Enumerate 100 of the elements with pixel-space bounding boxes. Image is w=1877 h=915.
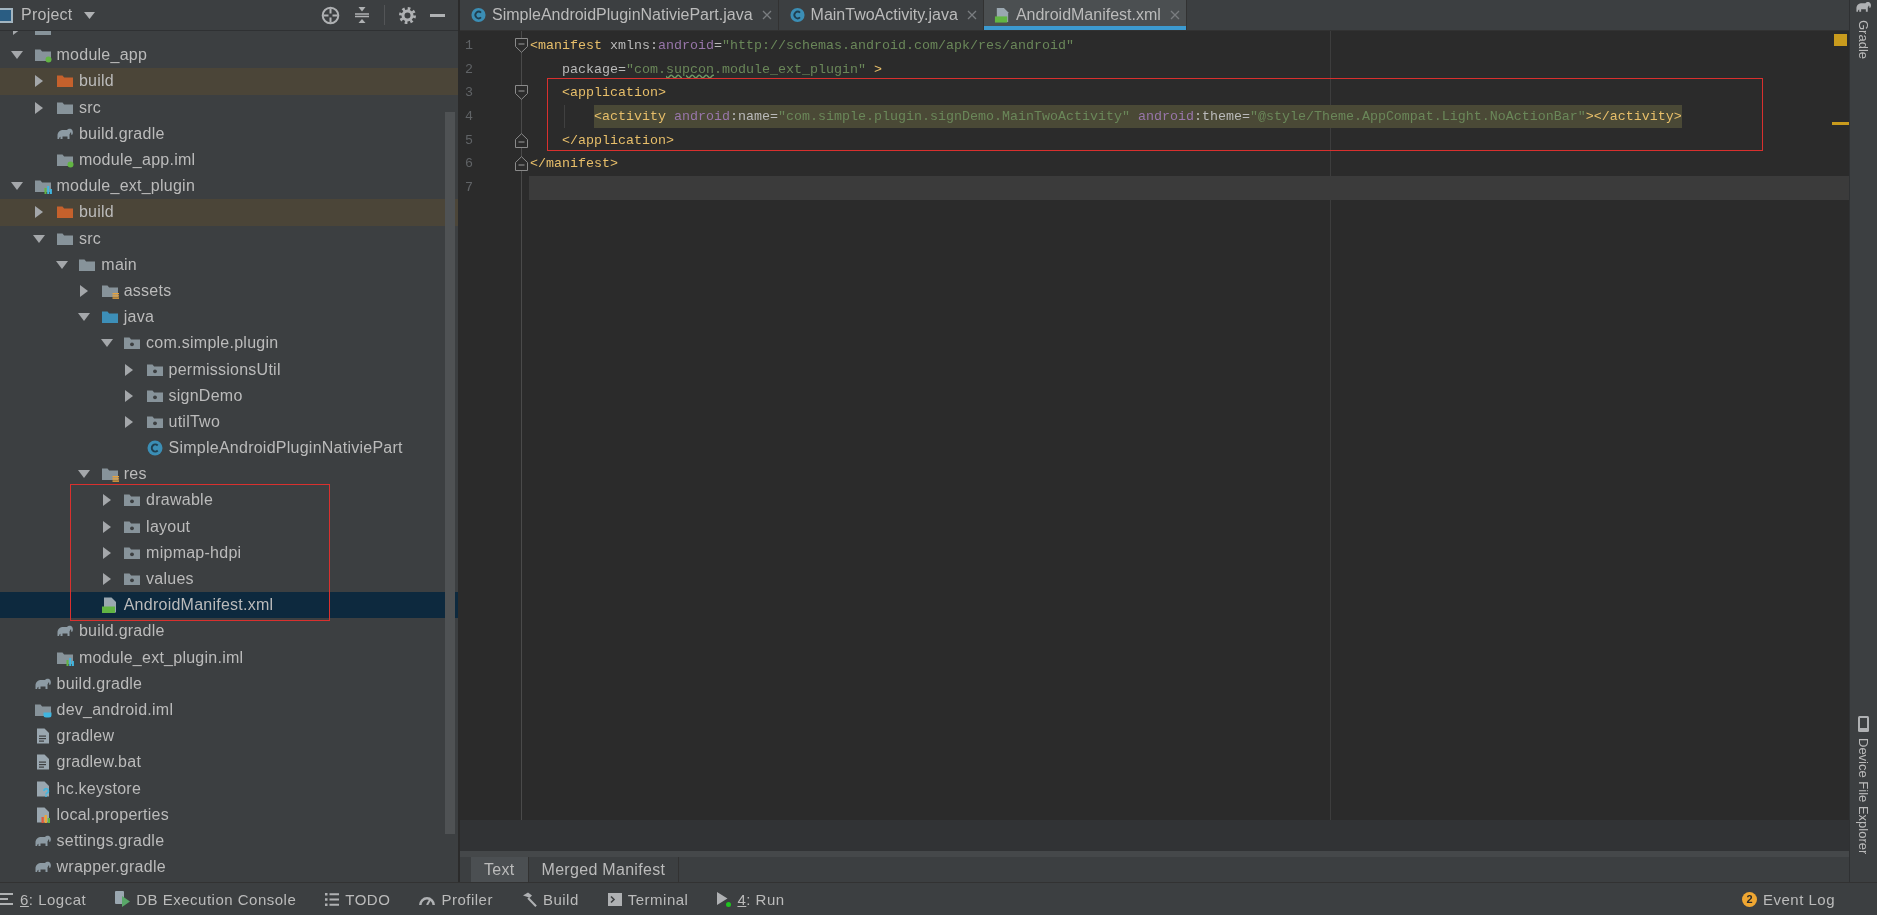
tree-item[interactable]: drawable — [0, 487, 458, 514]
caret-down-icon[interactable] — [78, 313, 91, 322]
module-folder-icon — [55, 152, 74, 169]
elephant-icon — [1855, 0, 1872, 14]
tool-window-button[interactable]: Profiler — [415, 883, 497, 915]
editor-tab[interactable]: MainTwoActivity.java — [778, 0, 984, 30]
fold-icon[interactable] — [515, 38, 528, 54]
code-line: package="com.supcon.module_ext_plugin" > — [562, 60, 882, 79]
code-line: <manifest xmlns:android="http://schemas.android.com/apk/res/android" — [530, 37, 1074, 56]
caret-down-icon[interactable] — [11, 51, 23, 60]
collapse-all-icon[interactable] — [354, 7, 370, 23]
tree-item[interactable]: java — [0, 304, 458, 331]
close-icon[interactable] — [966, 10, 977, 20]
tool-window-button[interactable]: Terminal — [603, 883, 693, 915]
list-lines-icon — [0, 892, 14, 906]
fold-icon[interactable] — [515, 132, 528, 148]
caret-down-icon[interactable] — [11, 182, 23, 191]
view-selector[interactable]: Project — [21, 6, 95, 24]
folder-icon — [55, 204, 74, 221]
tree-item[interactable]: res — [0, 461, 458, 488]
resource-folder-icon — [100, 466, 119, 483]
tree-item[interactable]: com.simple.plugin — [0, 330, 458, 357]
line-number: 3 — [465, 85, 473, 101]
caret-down-icon[interactable] — [55, 260, 68, 269]
code-line: <application> — [562, 84, 666, 103]
library-folder-icon — [33, 178, 52, 195]
source-folder-icon — [100, 309, 119, 326]
package-icon — [123, 492, 142, 509]
caret-right-icon[interactable] — [125, 389, 133, 402]
caret-down-icon — [83, 11, 95, 19]
tool-window-button[interactable]: 6: Logcat — [0, 883, 91, 915]
tree-item[interactable]: values — [0, 565, 458, 593]
view-tab[interactable]: Text — [471, 857, 529, 882]
tree-item[interactable]: assets — [0, 277, 458, 305]
code-line: </application> — [562, 131, 674, 150]
scrollbar-thumb[interactable] — [445, 112, 455, 834]
close-icon[interactable] — [761, 10, 772, 20]
tree-item[interactable]: gradlew — [0, 723, 458, 750]
tree-item[interactable]: build — [0, 199, 458, 226]
tree-item[interactable]: SimpleAndroidPluginNativiePart — [0, 435, 458, 462]
tool-window-button[interactable]: DB Execution Console — [111, 883, 301, 915]
fold-icon[interactable] — [515, 156, 528, 172]
caret-right-icon[interactable] — [102, 546, 111, 559]
tree-item[interactable]: build.gradle — [0, 618, 458, 645]
event-log-button[interactable]: 2 Event Log — [1737, 883, 1839, 915]
caret-down-icon[interactable] — [78, 470, 91, 479]
tool-window-button[interactable]: Gradle — [1855, 0, 1872, 60]
caret-right-icon[interactable] — [35, 101, 44, 114]
package-icon — [123, 571, 142, 588]
tool-window-button[interactable]: Build — [517, 883, 583, 915]
tool-window-button[interactable]: 4: Run — [713, 883, 789, 915]
tree-item[interactable]: gradlew.bat — [0, 749, 458, 776]
minimize-icon[interactable] — [430, 13, 445, 17]
fold-icon[interactable] — [515, 85, 528, 101]
tree-item[interactable]: src — [0, 225, 458, 252]
tree-item[interactable]: module_app.iml — [0, 146, 458, 174]
tree-item[interactable]: module_app — [0, 42, 458, 69]
crosshair-icon[interactable] — [321, 5, 340, 25]
tool-window-button[interactable]: Device File Explorer — [1856, 715, 1871, 854]
tree-item[interactable]: settings.gradle — [0, 827, 458, 854]
tree-item[interactable]: permissionsUtil — [0, 356, 458, 383]
tree-item[interactable]: module_ext_plugin.iml — [0, 644, 458, 671]
tree-item[interactable]: build.gradle — [0, 120, 458, 147]
tool-window-button[interactable]: TODO — [321, 883, 395, 915]
warning-indicator-icon[interactable] — [1834, 33, 1847, 46]
tree-item[interactable]: hc.keystore — [0, 775, 458, 802]
editor-tab[interactable]: AndroidManifest.xml — [983, 0, 1187, 30]
settings-icon[interactable] — [399, 6, 416, 24]
run-icon — [717, 891, 732, 907]
caret-right-icon[interactable] — [125, 415, 133, 428]
line-number: 5 — [465, 132, 473, 148]
tree-item[interactable]: layout — [0, 513, 458, 540]
caret-right-icon[interactable] — [35, 206, 44, 219]
tree-item[interactable]: mipmap-hdpi — [0, 539, 458, 566]
line-number: 6 — [465, 156, 473, 172]
class-icon — [470, 7, 487, 23]
caret-down-icon[interactable] — [33, 234, 46, 243]
tree-item[interactable]: utilTwo — [0, 408, 458, 435]
caret-right-icon[interactable] — [102, 494, 111, 507]
caret-right-icon[interactable] — [102, 573, 111, 586]
caret-right-icon[interactable] — [125, 363, 133, 376]
tree-item[interactable]: build — [0, 68, 458, 95]
caret-right-icon[interactable] — [35, 75, 44, 88]
editor-tab[interactable]: SimpleAndroidPluginNativiePart.java — [460, 0, 779, 30]
tree-item[interactable]: build.gradle — [0, 670, 458, 697]
notification-badge: 2 — [1741, 891, 1757, 907]
caret-down-icon[interactable] — [100, 339, 113, 348]
tree-item[interactable]: dev_android.iml — [0, 696, 458, 724]
manifest-file-icon — [993, 7, 1011, 23]
package-icon — [123, 335, 142, 352]
tree-item[interactable]: signDemo — [0, 382, 458, 409]
caret-right-icon[interactable] — [102, 520, 111, 533]
tree-item[interactable]: src — [0, 94, 458, 121]
tree-item[interactable]: local.properties — [0, 801, 458, 828]
tree-item[interactable]: module_ext_plugin — [0, 173, 458, 200]
tree-item[interactable]: wrapper.gradle — [0, 854, 458, 881]
tree-item[interactable]: main — [0, 251, 458, 278]
tree-item[interactable]: AndroidManifest.xml — [0, 592, 458, 619]
caret-right-icon[interactable] — [80, 284, 89, 297]
warning-marker-icon[interactable] — [1832, 122, 1849, 125]
